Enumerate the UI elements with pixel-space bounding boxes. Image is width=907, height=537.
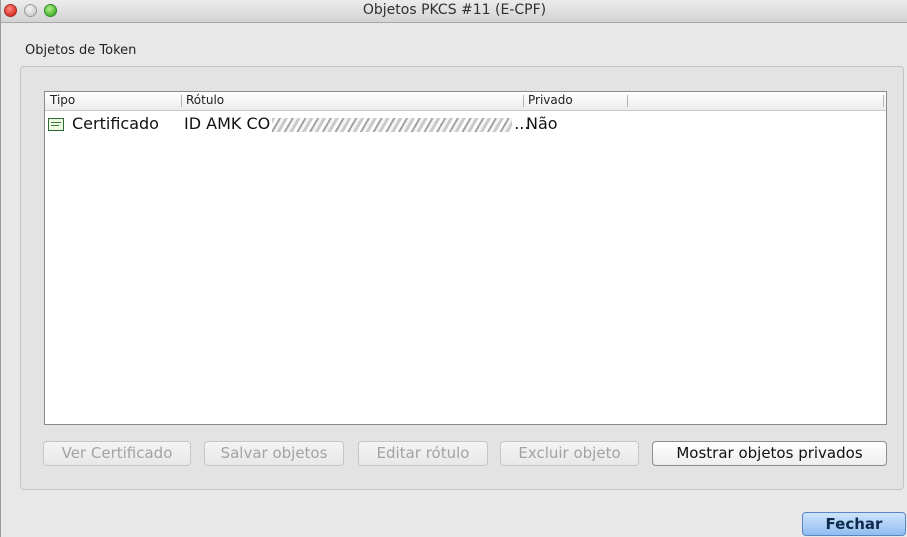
- cell-rotulo: ID AMK CO...: [184, 114, 529, 133]
- redacted-text: [272, 117, 513, 132]
- column-divider[interactable]: [523, 95, 524, 107]
- column-divider[interactable]: [181, 95, 182, 107]
- show-private-objects-button[interactable]: Mostrar objetos privados: [652, 441, 887, 466]
- token-objects-tab-label: Objetos de Token: [25, 43, 137, 58]
- view-certificate-button[interactable]: Ver Certificado: [43, 441, 191, 466]
- table-row[interactable]: Certificado ID AMK CO... Não: [45, 114, 886, 136]
- table-header: Tipo Rótulo Privado: [45, 92, 886, 111]
- cell-privado: Não: [526, 114, 558, 133]
- delete-object-button[interactable]: Excluir objeto: [500, 441, 639, 466]
- column-header-privado[interactable]: Privado: [528, 93, 573, 107]
- column-header-tipo[interactable]: Tipo: [50, 93, 75, 107]
- window-title: Objetos PKCS #11 (E-CPF): [362, 2, 547, 18]
- edit-label-button[interactable]: Editar rótulo: [358, 441, 488, 466]
- save-objects-button[interactable]: Salvar objetos: [204, 441, 344, 466]
- rotulo-prefix: ID AMK CO: [184, 114, 271, 133]
- pkcs11-objects-window: Objetos PKCS #11 (E-CPF) Objetos de Toke…: [0, 0, 907, 537]
- column-divider[interactable]: [627, 95, 628, 107]
- column-divider[interactable]: [883, 95, 884, 107]
- cell-tipo: Certificado: [72, 114, 159, 133]
- close-button[interactable]: Fechar: [802, 512, 906, 536]
- title-bar[interactable]: Objetos PKCS #11 (E-CPF): [1, 0, 907, 23]
- certificate-icon: [48, 118, 64, 131]
- objects-table[interactable]: Tipo Rótulo Privado Certificado ID AMK C…: [44, 91, 887, 425]
- column-header-rotulo[interactable]: Rótulo: [186, 93, 224, 107]
